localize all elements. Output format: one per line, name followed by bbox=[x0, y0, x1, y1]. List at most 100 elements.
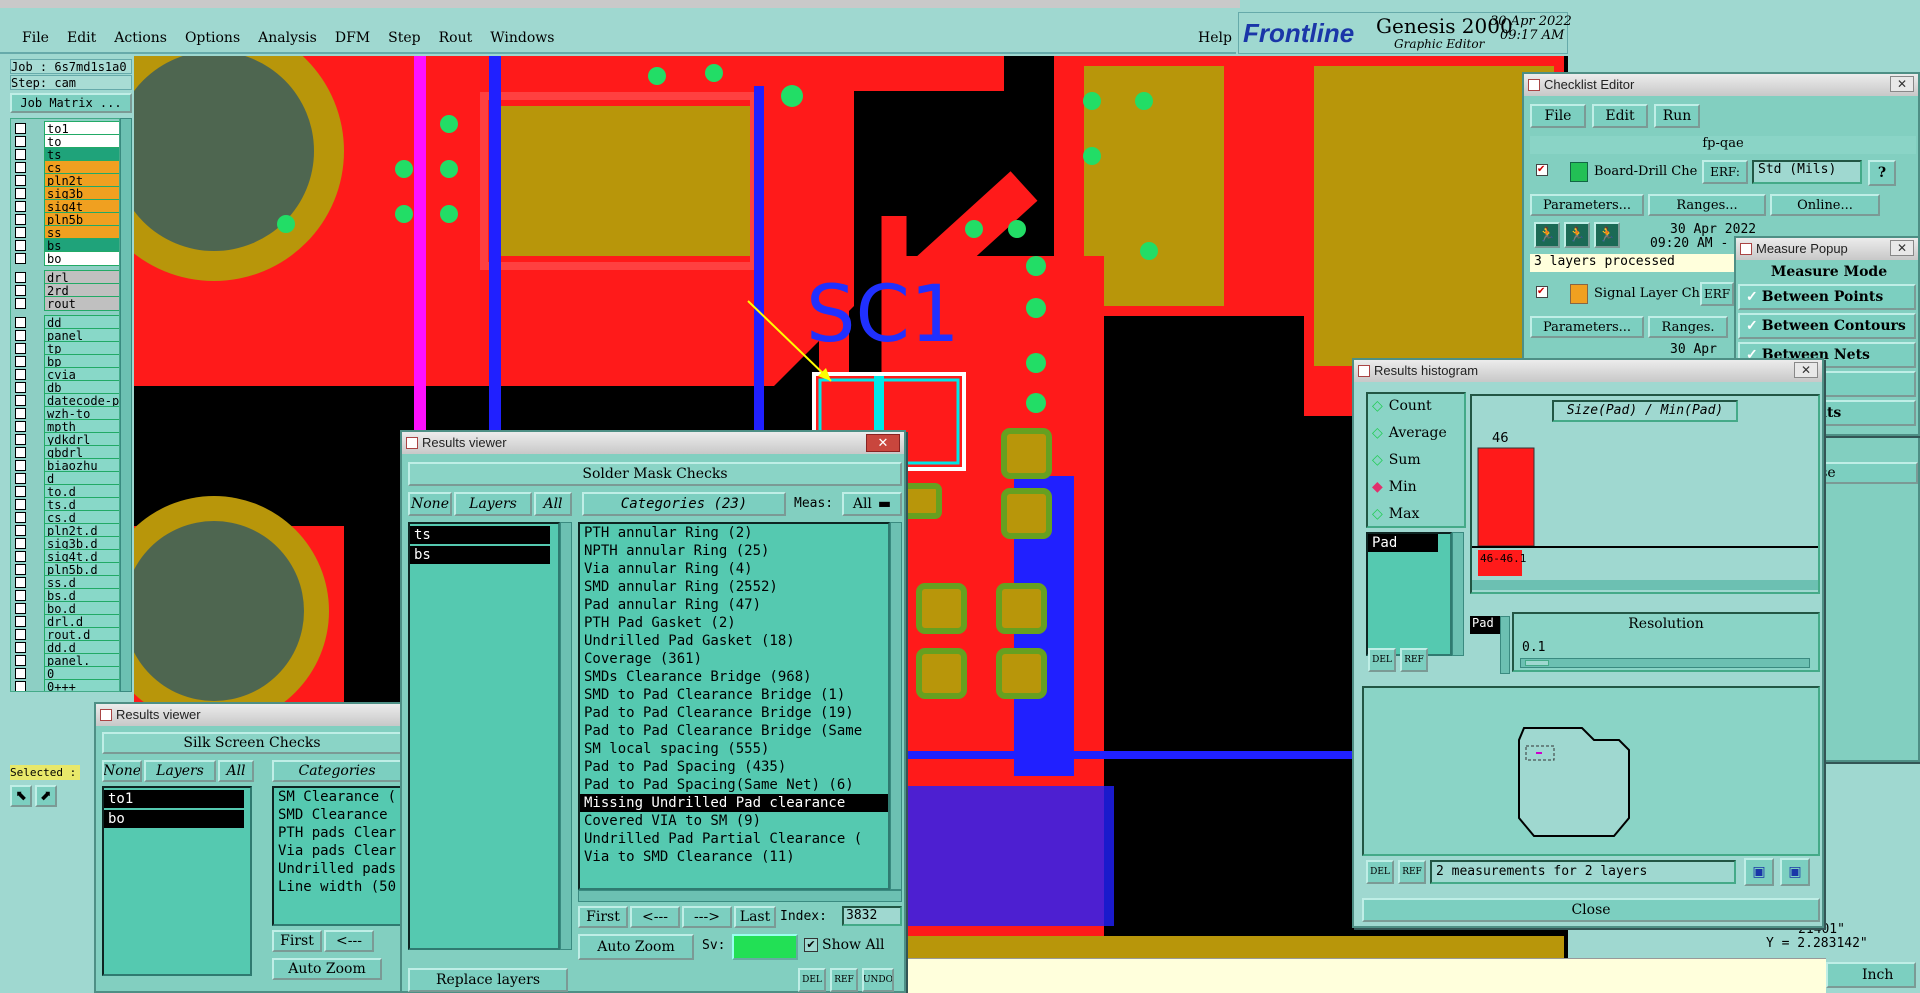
close-icon[interactable]: ✕ bbox=[866, 434, 900, 452]
results-viewer-silk-titlebar[interactable]: Results viewer bbox=[96, 704, 402, 726]
online-button[interactable]: Online... bbox=[1770, 194, 1880, 216]
silk-auto-zoom-button[interactable]: Auto Zoom bbox=[272, 958, 382, 980]
silk-layer-list[interactable]: to1 bo bbox=[102, 786, 252, 976]
category-item[interactable]: Pad annular Ring (47) bbox=[580, 596, 888, 614]
histogram-mode-average[interactable]: Average bbox=[1372, 425, 1466, 452]
layer-checkbox[interactable] bbox=[15, 473, 26, 484]
menu-edit[interactable]: Edit bbox=[67, 30, 96, 50]
mask-category-scrollbar[interactable] bbox=[890, 522, 902, 890]
category-item[interactable]: Pad to Pad Clearance Bridge (19) bbox=[580, 704, 888, 722]
layer-checkbox[interactable] bbox=[15, 603, 26, 614]
histogram-del-button[interactable]: DEL bbox=[1368, 648, 1396, 672]
show-all-checkbox[interactable]: ✔ bbox=[804, 938, 818, 952]
run-action-icon-2[interactable]: 🏃 bbox=[1564, 222, 1590, 248]
help-icon[interactable]: ? bbox=[1868, 160, 1896, 186]
results-viewer-mask-titlebar[interactable]: Results viewer ✕ bbox=[402, 432, 904, 454]
category-item[interactable]: Via to SMD Clearance (11) bbox=[580, 848, 888, 866]
layer-checkbox[interactable] bbox=[15, 655, 26, 666]
menu-file[interactable]: File bbox=[22, 30, 49, 50]
ranges-button-2[interactable]: Ranges. bbox=[1648, 316, 1728, 338]
measure-option[interactable]: ✓ Between Contours bbox=[1738, 313, 1916, 339]
close-icon[interactable]: ✕ bbox=[1890, 240, 1914, 256]
parameters-button[interactable]: Parameters... bbox=[1530, 194, 1644, 216]
histogram-mode-sum[interactable]: Sum bbox=[1372, 452, 1466, 479]
layer-checkbox[interactable] bbox=[15, 408, 26, 419]
zoom-region-icon[interactable]: ▣ bbox=[1780, 858, 1810, 886]
layer-checkbox[interactable] bbox=[15, 642, 26, 653]
layer-checkbox[interactable] bbox=[15, 272, 26, 283]
resolution-slider-thumb[interactable] bbox=[1525, 660, 1549, 666]
layer-checkbox[interactable] bbox=[15, 317, 26, 328]
last-button[interactable]: Last bbox=[734, 906, 776, 928]
checklist-menu-file[interactable]: File bbox=[1530, 104, 1586, 128]
histogram-ref-button[interactable]: REF bbox=[1400, 648, 1428, 672]
preview-del-button[interactable]: DEL bbox=[1366, 860, 1394, 884]
histogram-layer-list[interactable]: Pad bbox=[1366, 532, 1452, 656]
layer-row-rout[interactable]: rout bbox=[11, 296, 119, 311]
layer-checkbox[interactable] bbox=[15, 382, 26, 393]
layer-checkbox[interactable] bbox=[15, 590, 26, 601]
mask-category-list[interactable]: PTH annular Ring (2) NPTH annular Ring (2… bbox=[578, 522, 890, 890]
first-button[interactable]: First bbox=[578, 906, 628, 928]
layer-list-scrollbar[interactable] bbox=[120, 118, 132, 692]
mask-layer-item[interactable]: ts bbox=[410, 526, 550, 544]
layer-checkbox[interactable] bbox=[15, 356, 26, 367]
units-button[interactable]: Inch bbox=[1826, 962, 1916, 988]
histogram-mode-count[interactable]: Count bbox=[1372, 398, 1466, 425]
ref-button[interactable]: REF bbox=[830, 968, 858, 992]
histogram-layer-item[interactable]: Pad bbox=[1368, 534, 1438, 552]
histogram-titlebar[interactable]: Results histogram ✕ bbox=[1354, 360, 1822, 382]
zoom-fit-icon[interactable]: ▣ bbox=[1744, 858, 1774, 886]
category-item[interactable]: Covered VIA to SM (9) bbox=[580, 812, 888, 830]
layer-checkbox[interactable] bbox=[15, 149, 26, 160]
layer-checkbox[interactable] bbox=[15, 668, 26, 679]
layer-checkbox[interactable] bbox=[15, 447, 26, 458]
menu-windows[interactable]: Windows bbox=[490, 30, 554, 50]
menu-analysis[interactable]: Analysis bbox=[258, 30, 317, 50]
layer-checkbox[interactable] bbox=[15, 330, 26, 341]
parameters-button-2[interactable]: Parameters... bbox=[1530, 316, 1644, 338]
preview-ref-button[interactable]: REF bbox=[1398, 860, 1426, 884]
prev-button[interactable]: <--- bbox=[630, 906, 680, 928]
meas-select[interactable]: All ▬ bbox=[842, 492, 902, 516]
layer-checkbox[interactable] bbox=[15, 512, 26, 523]
layer-checkbox[interactable] bbox=[15, 343, 26, 354]
silk-category-item[interactable]: PTH pads Clear bbox=[274, 824, 400, 842]
category-item[interactable]: SMD annular Ring (2552) bbox=[580, 578, 888, 596]
layer-checkbox[interactable] bbox=[15, 240, 26, 251]
category-item[interactable]: SMD to Pad Clearance Bridge (1) bbox=[580, 686, 888, 704]
next-button[interactable]: ---> bbox=[682, 906, 732, 928]
histogram-side-scrollbar[interactable] bbox=[1500, 616, 1510, 674]
mask-layer-list[interactable]: ts bs bbox=[408, 522, 560, 950]
job-matrix-button[interactable]: Job Matrix ... bbox=[10, 93, 132, 113]
item1-checkbox[interactable]: ✔ bbox=[1536, 164, 1548, 176]
silk-none-button[interactable]: None bbox=[102, 760, 142, 782]
menu-step[interactable]: Step bbox=[388, 30, 420, 50]
category-item[interactable]: Undrilled Pad Partial Clearance ( bbox=[580, 830, 888, 848]
histogram-layer-scrollbar[interactable] bbox=[1452, 532, 1464, 656]
mask-none-button[interactable]: None bbox=[408, 492, 452, 516]
menu-actions[interactable]: Actions bbox=[114, 30, 167, 50]
replace-layers-button[interactable]: Replace layers bbox=[408, 968, 568, 992]
tool-select-icon[interactable]: ⬉ bbox=[10, 785, 32, 807]
layer-checkbox[interactable] bbox=[15, 681, 26, 691]
layer-checkbox[interactable] bbox=[15, 188, 26, 199]
checklist-menu-edit[interactable]: Edit bbox=[1592, 104, 1648, 128]
category-item[interactable]: Via annular Ring (4) bbox=[580, 560, 888, 578]
layer-checkbox[interactable] bbox=[15, 123, 26, 134]
ranges-button[interactable]: Ranges... bbox=[1648, 194, 1766, 216]
silk-category-item[interactable]: Undrilled pads bbox=[274, 860, 400, 878]
layer-checkbox[interactable] bbox=[15, 395, 26, 406]
category-item[interactable]: Undrilled Pad Gasket (18) bbox=[580, 632, 888, 650]
category-item[interactable]: PTH annular Ring (2) bbox=[580, 524, 888, 542]
histogram-bar[interactable] bbox=[1477, 447, 1535, 547]
silk-layers-button[interactable]: Layers bbox=[144, 760, 216, 782]
category-item[interactable]: SM local spacing (555) bbox=[580, 740, 888, 758]
item2-checkbox[interactable]: ✔ bbox=[1536, 286, 1548, 298]
category-item[interactable]: SMDs Clearance Bridge (968) bbox=[580, 668, 888, 686]
tool-measure-icon[interactable]: ⬈ bbox=[35, 785, 57, 807]
menu-rout[interactable]: Rout bbox=[439, 30, 473, 50]
layer-checkbox[interactable] bbox=[15, 551, 26, 562]
silk-layer-item[interactable]: bo bbox=[104, 810, 244, 828]
layer-checkbox[interactable] bbox=[15, 285, 26, 296]
